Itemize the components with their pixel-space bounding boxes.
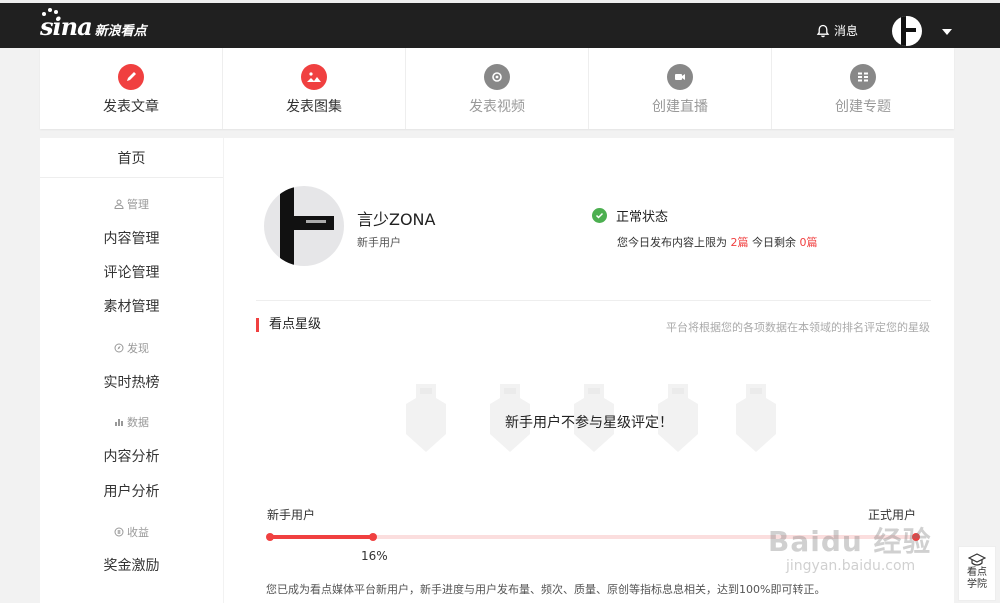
pen-icon <box>118 64 144 90</box>
progress-start-dot <box>266 533 274 541</box>
action-label: 发表文章 <box>103 99 159 115</box>
top-navbar: sina 新浪看点 消息 <box>0 0 1000 48</box>
create-live-button[interactable]: 创建直播 <box>589 48 772 129</box>
group-label: 发现 <box>127 342 149 355</box>
group-label: 数据 <box>127 416 149 429</box>
divider <box>256 300 931 301</box>
bell-icon <box>816 24 830 37</box>
sidebar: 首页 管理 内容管理 评论管理 素材管理 发现 实时热榜 数据 内容分析 用户分… <box>40 138 223 603</box>
status-text: 正常状态 <box>616 210 669 225</box>
publish-article-button[interactable]: 发表文章 <box>40 48 223 129</box>
chevron-down-icon[interactable] <box>942 29 952 35</box>
progress-current-dot <box>368 533 377 541</box>
remaining-prefix: 今日剩余 <box>752 236 796 249</box>
sina-logo[interactable]: sina 新浪看点 <box>40 8 147 40</box>
sidebar-group-discover: 发现 <box>40 340 223 356</box>
account-status: 正常状态 <box>592 206 668 225</box>
publish-actions: 发表文章 发表图集 发表视频 创建直播 创建专题 <box>40 48 954 129</box>
progress-note: 您已成为看点媒体平台新用户，新手进度与用户发布量、频次、质量、原创等指标息息相关… <box>266 583 826 596</box>
progress-fill <box>269 535 373 539</box>
sidebar-item-content-analysis[interactable]: 内容分析 <box>40 446 223 466</box>
watermark-url: jingyan.baidu.com <box>786 558 916 574</box>
rating-message: 新手用户不参与星级评定！ <box>505 415 673 431</box>
academy-label: 看点 <box>967 567 987 578</box>
progress-percent: 16% <box>361 549 388 563</box>
sidebar-item-hot-list[interactable]: 实时热榜 <box>40 372 223 392</box>
sidebar-item-material-manage[interactable]: 素材管理 <box>40 296 223 316</box>
image-icon <box>301 64 327 90</box>
limit-value: 2篇 <box>730 236 749 249</box>
academy-label: 学院 <box>967 579 987 590</box>
profile-role: 新手用户 <box>357 236 401 249</box>
user-avatar[interactable] <box>892 16 922 46</box>
sidebar-item-user-analysis[interactable]: 用户分析 <box>40 481 223 501</box>
academy-button[interactable]: 看点 学院 <box>958 546 996 601</box>
grid-icon <box>850 64 876 90</box>
user-icon <box>114 199 124 209</box>
sidebar-group-manage: 管理 <box>40 196 223 212</box>
sidebar-group-income: 收益 <box>40 524 223 540</box>
limit-prefix: 您今日发布内容上限为 <box>617 236 727 249</box>
graduation-cap-icon <box>968 553 986 566</box>
logo-dots <box>42 8 64 18</box>
sidebar-item-bonus[interactable]: 奖金激励 <box>40 555 223 575</box>
messages-button[interactable]: 消息 <box>816 22 858 39</box>
coin-icon <box>114 527 124 537</box>
rating-title: 看点星级 <box>256 318 321 332</box>
video-icon <box>484 64 510 90</box>
sidebar-group-data: 数据 <box>40 414 223 430</box>
action-label: 创建直播 <box>652 99 708 115</box>
action-label: 创建专题 <box>835 99 891 115</box>
rating-hint: 平台将根据您的各项数据在本领域的排名评定您的星级 <box>666 321 930 334</box>
progress-start-label: 新手用户 <box>267 508 316 522</box>
messages-label: 消息 <box>834 24 859 38</box>
profile-name: 言少ZONA <box>357 210 436 229</box>
group-label: 收益 <box>127 526 149 539</box>
publish-gallery-button[interactable]: 发表图集 <box>223 48 406 129</box>
sidebar-item-home[interactable]: 首页 <box>40 138 223 178</box>
action-label: 发表图集 <box>286 99 342 115</box>
publish-limit: 您今日发布内容上限为 2篇 今日剩余 0篇 <box>617 234 818 250</box>
remaining-value: 0篇 <box>799 236 818 249</box>
sidebar-item-content-manage[interactable]: 内容管理 <box>40 228 223 248</box>
compass-icon <box>114 343 124 353</box>
sidebar-item-comment-manage[interactable]: 评论管理 <box>40 262 223 282</box>
profile-avatar <box>264 186 344 266</box>
create-topic-button[interactable]: 创建专题 <box>772 48 954 129</box>
watermark: Baidu 经验 <box>768 525 932 558</box>
bar-chart-icon <box>115 419 123 426</box>
publish-video-button[interactable]: 发表视频 <box>406 48 589 129</box>
camera-icon <box>667 64 693 90</box>
group-label: 管理 <box>127 198 149 211</box>
action-label: 发表视频 <box>469 99 525 115</box>
check-circle-icon <box>592 208 607 223</box>
logo-text: 新浪看点 <box>94 23 147 39</box>
